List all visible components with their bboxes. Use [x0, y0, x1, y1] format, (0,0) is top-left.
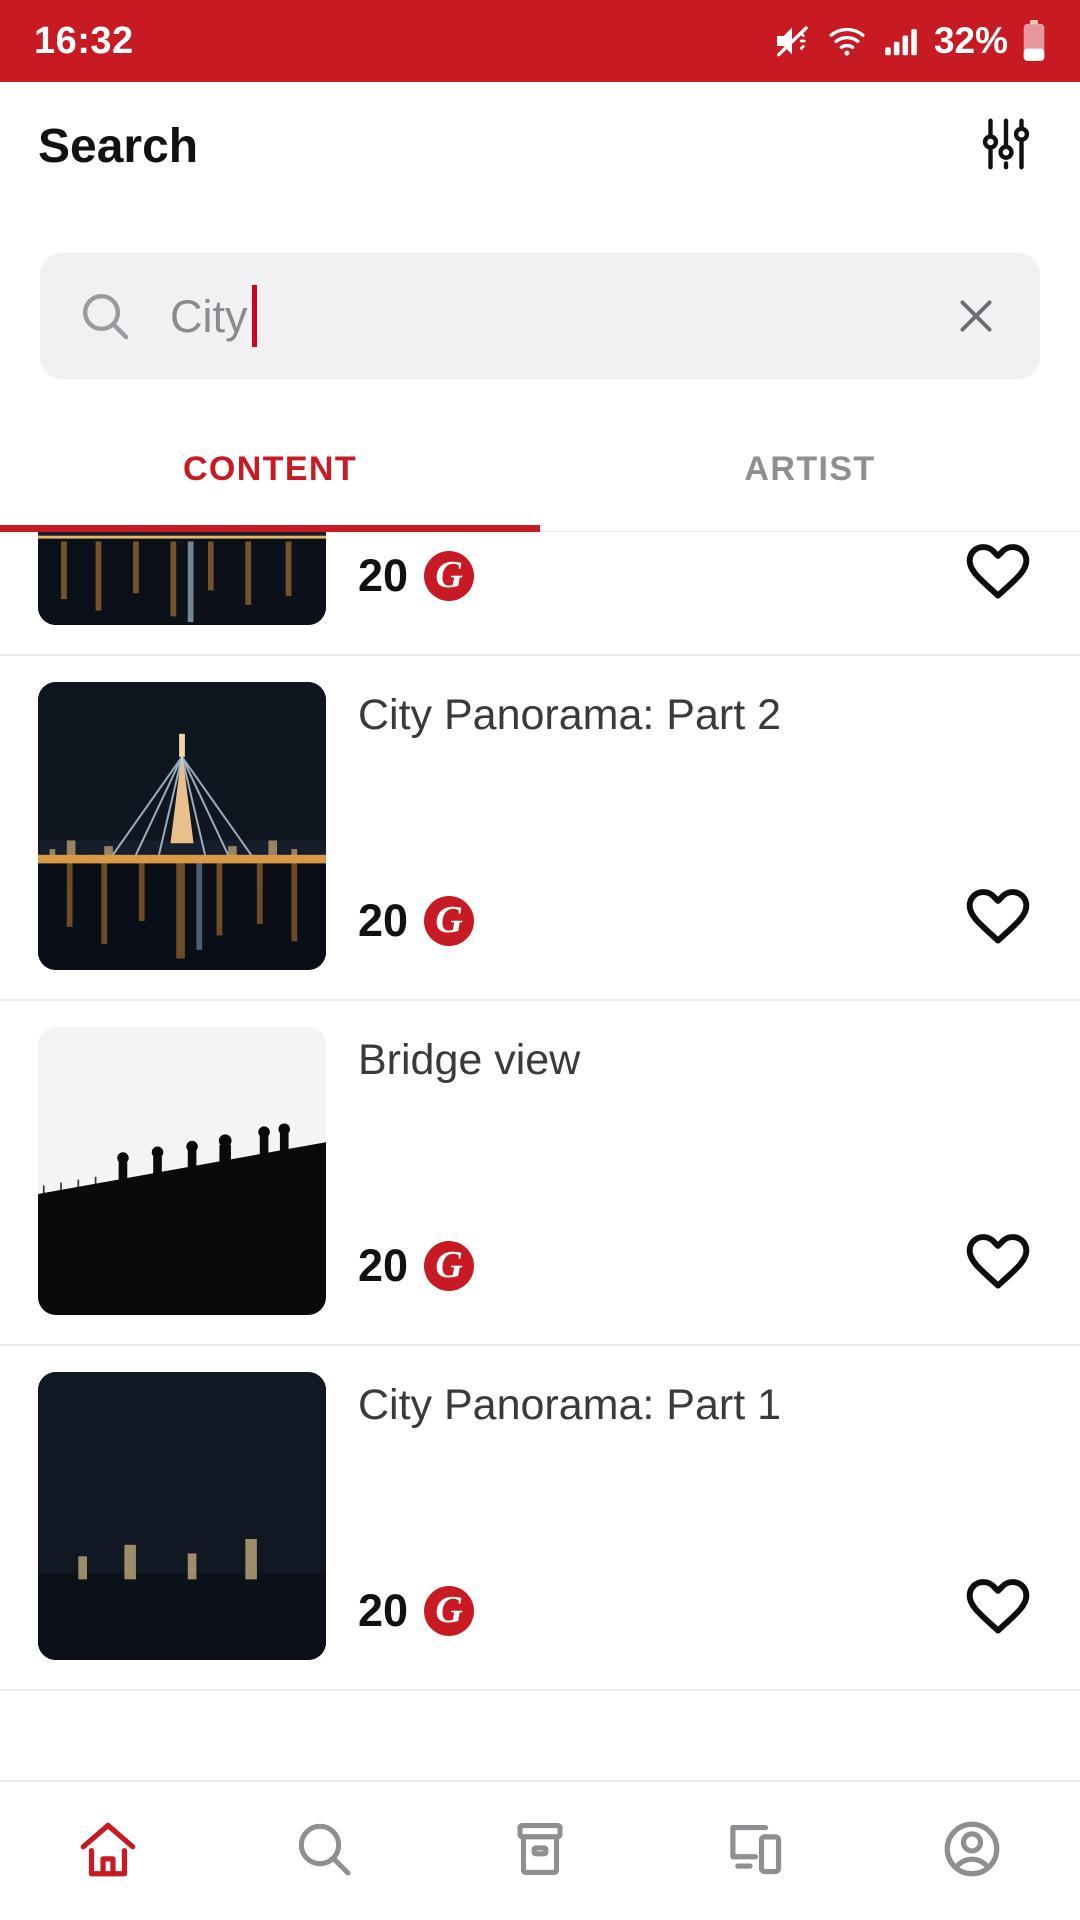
favorite-button[interactable]	[960, 1226, 1036, 1302]
search-field-wrapper[interactable]: City	[40, 253, 1040, 379]
item-price: 20 G	[358, 550, 475, 602]
nav-item-library[interactable]	[432, 1782, 648, 1920]
dark-night-panorama-image	[38, 1372, 326, 1660]
search-value-wrap: City	[170, 285, 946, 347]
status-bar: 16:32 32%	[0, 0, 1080, 82]
heart-outline-icon	[964, 1573, 1032, 1646]
item-thumbnail[interactable]	[38, 1372, 326, 1660]
favorite-button[interactable]	[960, 1571, 1036, 1647]
item-thumbnail[interactable]	[38, 682, 326, 970]
nav-item-search[interactable]	[216, 1782, 432, 1920]
page-header: Search	[0, 82, 1080, 210]
home-icon	[75, 1816, 141, 1887]
heart-outline-icon	[964, 1228, 1032, 1301]
search-input[interactable]: City	[40, 253, 1040, 379]
account-circle-icon	[939, 1816, 1005, 1887]
devices-cast-icon	[723, 1816, 789, 1887]
app-screen: 16:32 32% Search City 20 G City Panorama…	[0, 0, 1080, 1920]
results-list[interactable]: City Panorama: Part 3 20 G	[0, 407, 1080, 1780]
results-list-inner: City Panorama: Part 3 20 G	[0, 407, 1080, 1691]
item-price-value: 20	[358, 1585, 409, 1636]
nav-item-devices[interactable]	[648, 1782, 864, 1920]
clear-search-button[interactable]	[946, 286, 1006, 346]
coin-icon: G	[424, 1241, 475, 1291]
battery-icon	[1022, 20, 1046, 62]
archive-box-icon	[508, 1817, 572, 1886]
status-bar-time: 16:32	[34, 19, 134, 62]
search-icon	[74, 285, 136, 347]
favorite-button[interactable]	[960, 881, 1036, 957]
tab-bar: CONTENT ARTIST	[0, 407, 1080, 531]
coin-icon: G	[424, 896, 475, 946]
signal-icon	[882, 22, 920, 60]
tab-artist[interactable]: ARTIST	[540, 407, 1080, 531]
filter-sliders-icon	[975, 113, 1037, 180]
coin-icon: G	[424, 1586, 475, 1636]
page-title: Search	[38, 119, 199, 173]
item-price: 20 G	[358, 895, 475, 947]
bottom-navigation	[0, 1780, 1080, 1920]
item-title: Bridge view	[358, 1036, 581, 1084]
item-price: 20 G	[358, 1240, 475, 1292]
heart-outline-icon	[964, 883, 1032, 956]
item-title: City Panorama: Part 1	[358, 1381, 782, 1429]
search-icon	[292, 1817, 356, 1886]
tab-active-indicator	[0, 525, 540, 532]
nav-item-account[interactable]	[864, 1782, 1080, 1920]
coin-icon: G	[424, 551, 475, 601]
bw-silhouettes-on-bridge-image	[38, 1027, 326, 1315]
status-bar-icons: 32%	[772, 20, 1046, 62]
night-bridge-tower-reflection-image	[38, 682, 326, 970]
item-title: City Panorama: Part 2	[358, 691, 782, 739]
filter-button[interactable]	[970, 110, 1042, 182]
tab-content[interactable]: CONTENT	[0, 407, 540, 531]
item-thumbnail[interactable]	[38, 1027, 326, 1315]
list-item[interactable]: Bridge view 20 G	[0, 1001, 1080, 1346]
list-item[interactable]: City Panorama: Part 2 20 G	[0, 656, 1080, 1001]
item-price-value: 20	[358, 895, 409, 946]
search-value: City	[170, 290, 248, 342]
heart-outline-icon	[964, 538, 1032, 611]
item-price-value: 20	[358, 550, 409, 601]
list-item[interactable]: City Panorama: Part 1 20 G	[0, 1346, 1080, 1691]
mute-icon	[772, 21, 812, 61]
item-price-value: 20	[358, 1240, 409, 1291]
battery-percent: 32%	[933, 20, 1008, 61]
nav-item-home[interactable]	[0, 1782, 216, 1920]
item-price: 20 G	[358, 1585, 475, 1637]
wifi-icon	[826, 21, 868, 61]
text-cursor	[251, 285, 257, 347]
favorite-button[interactable]	[960, 536, 1036, 612]
